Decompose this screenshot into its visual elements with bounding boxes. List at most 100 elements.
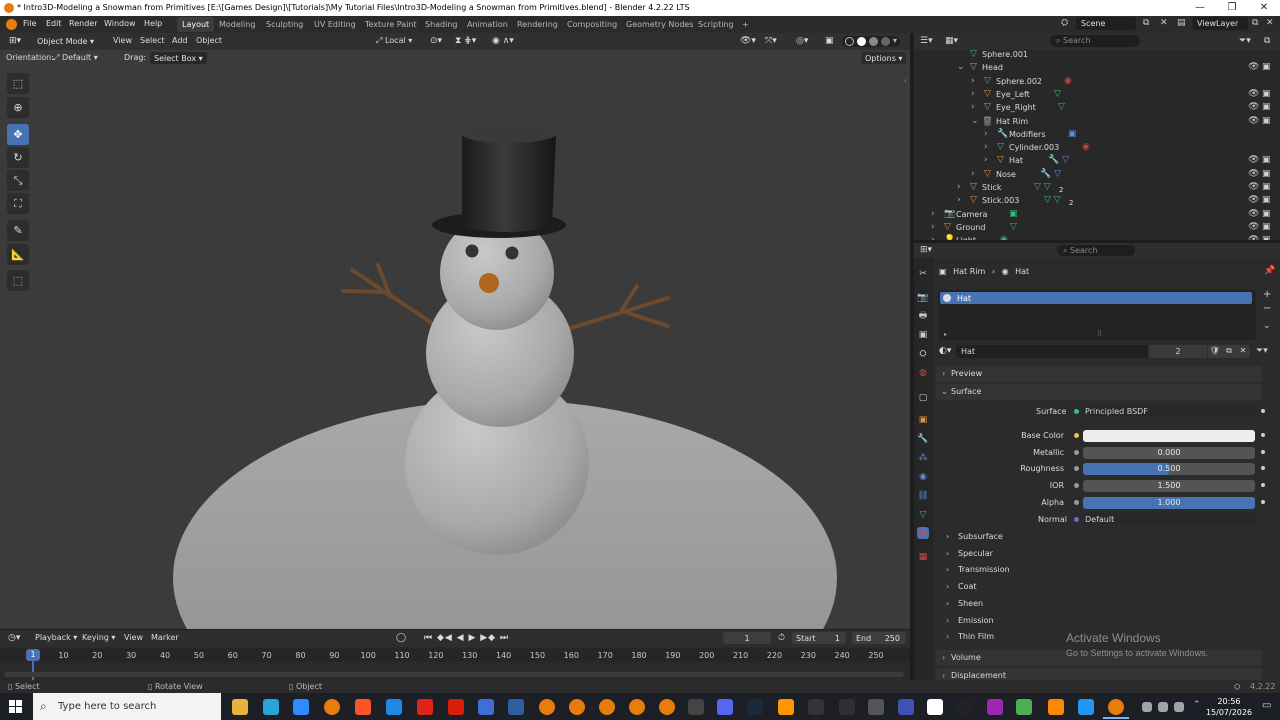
surface-shader-field[interactable]: Principled BSDF — [1083, 405, 1255, 417]
field-value[interactable]: 0.500 — [1083, 463, 1255, 475]
pin-icon[interactable]: 📌 — [1264, 266, 1275, 276]
subsection-label[interactable]: Coat — [958, 582, 977, 591]
github-icon[interactable] — [868, 699, 884, 715]
subsection-label[interactable]: Transmission — [958, 565, 1010, 574]
outliner-row[interactable]: › ▽ Stick.003 ▽ ▽ 2 👁 ▣ — [914, 194, 1280, 207]
expand-chevron-icon[interactable]: › — [984, 142, 988, 152]
steam-icon[interactable] — [747, 699, 763, 715]
properties-editor-type-icon[interactable]: ⊞▾ — [920, 245, 932, 255]
subsection-chevron-icon[interactable]: › — [946, 532, 949, 541]
list-expand-icon[interactable]: ▸ — [944, 331, 947, 338]
visibility-eye-icon[interactable]: 👁 — [1248, 235, 1259, 240]
tab-scripting[interactable]: Scripting — [693, 17, 739, 32]
proportional-edit-icon[interactable]: ◉ ∧▾ — [492, 36, 514, 46]
expand-chevron-icon[interactable]: › — [984, 155, 988, 165]
material-tab-icon[interactable]: ◉ — [917, 527, 929, 539]
field-value[interactable]: 1.000 — [1083, 497, 1255, 509]
visibility-eye-icon[interactable]: 👁 — [1248, 155, 1259, 165]
texture-tab-icon[interactable]: ▦ — [917, 551, 929, 563]
tool-tab-icon[interactable]: ✂ — [917, 268, 929, 280]
modifiers-tab-icon[interactable]: 🔧 — [917, 433, 929, 445]
delete-view-layer-icon[interactable]: ✕ — [1266, 18, 1274, 28]
preview-range-icon[interactable]: ⏱ — [778, 633, 785, 643]
language-icon[interactable] — [1174, 702, 1184, 712]
material-shading-icon[interactable] — [869, 37, 878, 46]
menu-select[interactable]: Select — [140, 36, 165, 45]
new-scene-icon[interactable]: ⧉ — [1143, 18, 1149, 28]
outliner-row[interactable]: › ▽ Eye_Left ▽ 👁 ▣ — [914, 88, 1280, 101]
outliner-search-input[interactable]: ⌕ Search — [1050, 35, 1140, 47]
subsection-chevron-icon[interactable]: › — [946, 632, 949, 641]
render-camera-icon[interactable]: ▣ — [1262, 169, 1271, 179]
wifi-icon[interactable] — [1142, 702, 1152, 712]
blender-icon-6[interactable] — [659, 699, 675, 715]
outliner-row[interactable]: ▽ Sphere.001 — [914, 48, 1280, 61]
solid-shading-icon[interactable] — [857, 37, 866, 46]
blender-menu-icon[interactable] — [6, 19, 17, 30]
photos-icon[interactable] — [1078, 699, 1094, 715]
material-slot-item[interactable]: Hat — [940, 292, 1252, 304]
epic-games-icon[interactable] — [808, 699, 824, 715]
telegram-icon[interactable] — [263, 699, 279, 715]
menu-add[interactable]: Add — [172, 36, 188, 45]
blender-icon-5[interactable] — [629, 699, 645, 715]
visibility-eye-icon[interactable]: 👁 — [1248, 102, 1259, 112]
menu-window[interactable]: Window — [104, 19, 136, 28]
menu-help[interactable]: Help — [144, 19, 162, 28]
headset-icon[interactable] — [898, 699, 914, 715]
task-manager-icon[interactable] — [1016, 699, 1032, 715]
auto-keying-icon[interactable]: ◯ — [396, 633, 406, 643]
transform-orientation-dropdown[interactable]: ⤢ Local ▾ — [376, 36, 412, 46]
blender-active-icon[interactable] — [1108, 699, 1124, 715]
options-dropdown[interactable]: Options ▾ — [861, 52, 907, 64]
volume-icon[interactable] — [1158, 702, 1168, 712]
outliner-row[interactable]: › ▽ Ground ▽ 👁 ▣ — [914, 221, 1280, 234]
snap-icon[interactable]: ⧗ ⋕▾ — [455, 36, 476, 46]
render-camera-icon[interactable]: ▣ — [1262, 235, 1271, 240]
field-value[interactable]: 1.500 — [1083, 480, 1255, 492]
expand-chevron-icon[interactable]: ⌄ — [971, 116, 979, 126]
outliner-row[interactable]: › ▽ Nose 🔧 ▽ 👁 ▣ — [914, 168, 1280, 181]
keying-menu[interactable]: Keying ▾ — [82, 633, 115, 642]
blender-icon-4[interactable] — [599, 699, 615, 715]
keyframe-dot-icon[interactable] — [1261, 483, 1265, 487]
add-slot-button[interactable]: + — [1263, 289, 1271, 300]
menu-render[interactable]: Render — [69, 19, 97, 28]
editor-type-icon[interactable]: ⊞▾ — [9, 36, 21, 46]
measure-tool-icon[interactable]: 📐 — [7, 244, 29, 265]
collection-tab-icon[interactable]: ▢ — [917, 392, 929, 404]
playback-controls[interactable]: ⏮ ◆◀ ◀ ▶ ▶◆ ⏭ — [424, 633, 509, 643]
tab-geometry-nodes[interactable]: Geometry Nodes — [621, 17, 698, 32]
outliner-row[interactable]: › 📷 Camera ▣ 👁 ▣ — [914, 208, 1280, 221]
scale-tool-icon[interactable]: ⤡ — [7, 170, 29, 191]
move-tool-icon[interactable]: ✥ — [7, 124, 29, 145]
outliner-row[interactable]: ⌄ ▽ Hat Rim 👁 ▣ — [914, 115, 1280, 128]
windows-start-icon[interactable] — [9, 700, 23, 714]
normal-field[interactable]: Default — [1083, 513, 1255, 525]
timeline-view-menu[interactable]: View — [124, 633, 143, 642]
visibility-eye-icon[interactable]: 👁 — [1248, 195, 1259, 205]
subsection-chevron-icon[interactable]: › — [946, 565, 949, 574]
sidebar-toggle-icon[interactable]: ‹ — [904, 76, 907, 85]
duplicate-material-icon[interactable]: ⧉ — [1222, 345, 1236, 358]
annotate-tool-icon[interactable]: ✎ — [7, 220, 29, 241]
adobe-icon[interactable] — [417, 699, 433, 715]
material-filter-icon[interactable]: ⏷▾ — [1256, 346, 1268, 356]
xray-icon[interactable]: ▣ — [825, 36, 834, 46]
outliner[interactable]: ☰▾ ▦▾ ⌕ Search ⏷▾ ⧉ ▽ Sphere.001 ⌄ ▽ Head 👁 ▣ ›… — [914, 33, 1280, 240]
list-resize-handle[interactable]: ⠿ — [1097, 330, 1102, 338]
keyframe-dot-icon[interactable] — [1261, 433, 1265, 437]
object-tab-icon[interactable]: ▣ — [917, 414, 929, 426]
rendered-shading-icon[interactable] — [881, 37, 890, 46]
cursor-tool-icon[interactable]: ⊕ — [7, 97, 29, 118]
data-tab-icon[interactable]: ▽ — [917, 509, 929, 521]
display-mode-icon[interactable]: ▦▾ — [945, 36, 958, 46]
physics-tab-icon[interactable]: ◉ — [917, 471, 929, 483]
mode-dropdown[interactable]: Object Mode ▾ — [33, 35, 98, 47]
render-camera-icon[interactable]: ▣ — [1262, 89, 1271, 99]
properties-search-input[interactable]: ⌕ Search — [1057, 245, 1135, 256]
tray-chevron-icon[interactable]: ⌃ — [1193, 700, 1201, 710]
outliner-row[interactable]: › ▽ Sphere.002 ◉ — [914, 75, 1280, 88]
visibility-eye-icon[interactable]: 👁 — [1248, 62, 1259, 72]
overlays-icon[interactable]: ◎▾ — [796, 36, 808, 46]
